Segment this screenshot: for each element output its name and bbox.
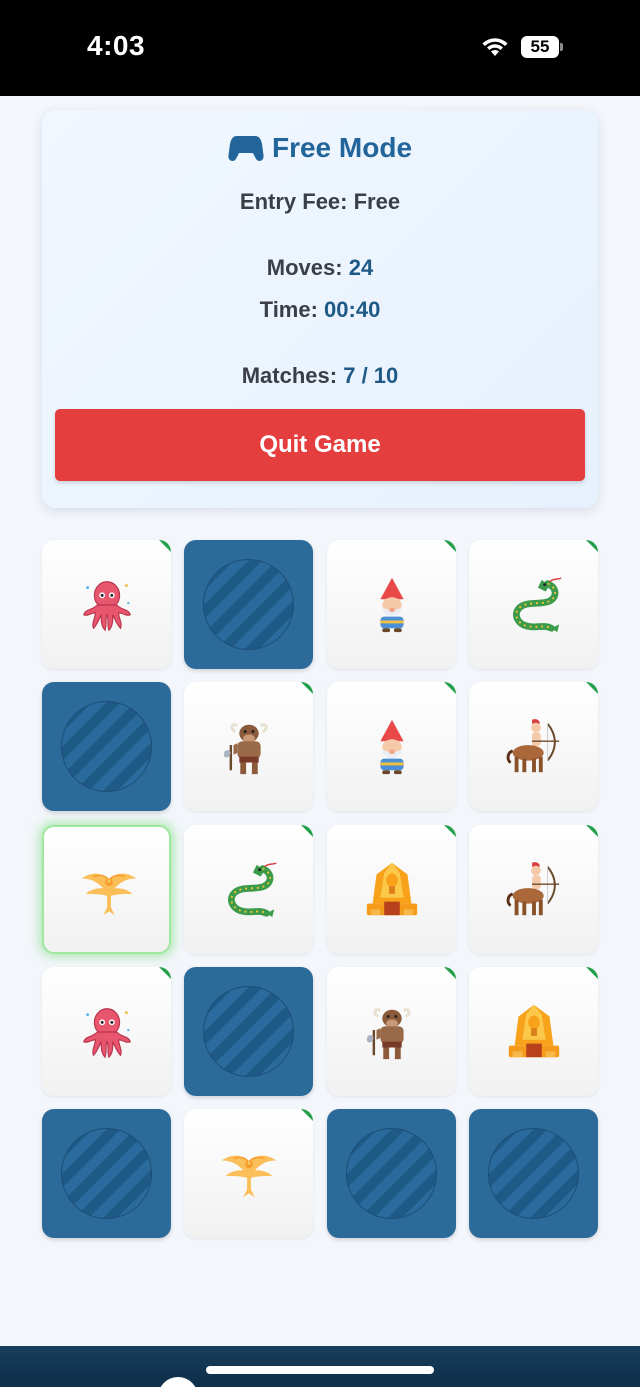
card-back-pattern-icon <box>346 1128 437 1219</box>
memory-card-revealed[interactable] <box>42 540 171 669</box>
memory-card-revealed[interactable] <box>184 682 313 811</box>
dragon-icon <box>184 825 313 954</box>
memory-card-revealed[interactable] <box>327 967 456 1096</box>
card-back-pattern-icon <box>61 1128 152 1219</box>
battery-level: 55 <box>521 36 559 58</box>
status-time: 4:03 <box>87 30 146 61</box>
matched-indicator-icon <box>159 967 171 979</box>
home-indicator[interactable] <box>206 1366 434 1374</box>
time-stat: Time: 00:40 <box>0 297 640 323</box>
memory-card-hidden[interactable] <box>469 1109 598 1238</box>
status-bar: 4:03 55 <box>0 0 640 96</box>
matched-indicator-icon <box>159 540 171 552</box>
phoenix-icon <box>44 827 169 952</box>
quit-game-button[interactable]: Quit Game <box>55 409 585 481</box>
matches-label: Matches: <box>241 363 344 388</box>
memory-card-revealed[interactable] <box>42 825 171 954</box>
gnome-icon <box>327 540 456 669</box>
card-back-pattern-icon <box>203 986 294 1077</box>
mode-title: Free Mode <box>0 132 640 164</box>
matched-indicator-icon <box>444 967 456 979</box>
matched-indicator-icon <box>586 682 598 694</box>
minotaur-icon <box>184 682 313 811</box>
memory-card-revealed[interactable] <box>469 540 598 669</box>
moves-value: 24 <box>348 255 374 280</box>
centaur-icon <box>469 682 598 811</box>
phoenix-icon <box>184 1109 313 1238</box>
card-back-pattern-icon <box>61 701 152 792</box>
memory-card-hidden[interactable] <box>327 1109 456 1238</box>
memory-card-revealed[interactable] <box>327 540 456 669</box>
gnome-icon <box>327 682 456 811</box>
octopus-icon <box>42 540 171 669</box>
matched-indicator-icon <box>444 540 456 552</box>
dragon-icon <box>469 540 598 669</box>
card-back-pattern-icon <box>203 559 294 650</box>
matched-indicator-icon <box>586 825 598 837</box>
matched-indicator-icon <box>301 1109 313 1121</box>
memory-card-revealed[interactable] <box>184 825 313 954</box>
octopus-icon <box>42 967 171 1096</box>
memory-card-hidden[interactable] <box>42 682 171 811</box>
memory-card-revealed[interactable] <box>469 967 598 1096</box>
mode-title-text: Free Mode <box>271 132 413 163</box>
memory-card-hidden[interactable] <box>184 540 313 669</box>
matches-stat: Matches: 7 / 10 <box>0 363 640 389</box>
memory-card-revealed[interactable] <box>327 825 456 954</box>
memory-card-revealed[interactable] <box>469 825 598 954</box>
centaur-icon <box>469 825 598 954</box>
matches-value: 7 / 10 <box>343 363 399 388</box>
wifi-icon <box>482 38 508 56</box>
matched-indicator-icon <box>301 825 313 837</box>
moves-stat: Moves: 24 <box>0 255 640 281</box>
sphinx-icon <box>469 967 598 1096</box>
matched-indicator-icon <box>444 825 456 837</box>
card-back-pattern-icon <box>488 1128 579 1219</box>
memory-card-revealed[interactable] <box>327 682 456 811</box>
time-value: 00:40 <box>324 297 381 322</box>
time-label: Time: <box>259 297 325 322</box>
entry-fee: Entry Fee: Free <box>239 189 401 214</box>
game-controller-icon <box>228 136 264 161</box>
matched-indicator-icon <box>301 682 313 694</box>
matched-indicator-icon <box>444 682 456 694</box>
matched-indicator-icon <box>586 967 598 979</box>
sphinx-icon <box>327 825 456 954</box>
memory-card-revealed[interactable] <box>42 967 171 1096</box>
matched-indicator-icon <box>586 540 598 552</box>
memory-card-revealed[interactable] <box>469 682 598 811</box>
memory-card-hidden[interactable] <box>42 1109 171 1238</box>
memory-card-revealed[interactable] <box>184 1109 313 1238</box>
minotaur-icon <box>327 967 456 1096</box>
battery-icon: 55 <box>521 36 563 58</box>
memory-card-hidden[interactable] <box>184 967 313 1096</box>
moves-label: Moves: <box>266 255 349 280</box>
